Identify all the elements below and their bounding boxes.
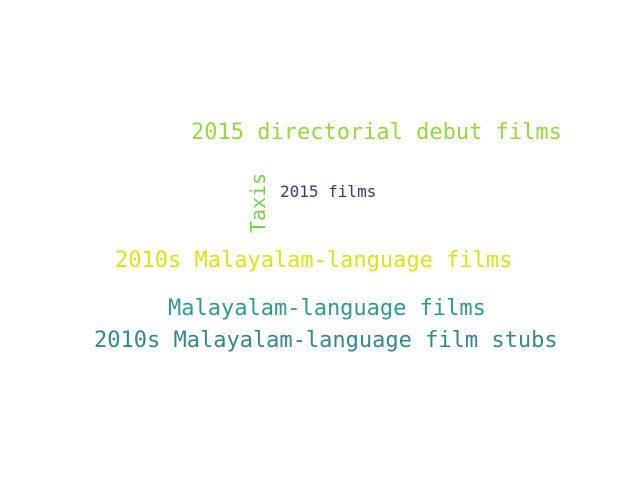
word-2015-directorial-debut-films: 2015 directorial debut films [191, 120, 562, 145]
word-taxis: Taxis [246, 172, 270, 233]
word-2010s-malayalam-language-film-stubs: 2010s Malayalam-language film stubs [94, 328, 558, 353]
word-2015-films: 2015 films [280, 182, 377, 201]
word-2010s-malayalam-language-films: 2010s Malayalam-language films [115, 248, 513, 273]
word-cloud-canvas: 2015 directorial debut films 2010s Malay… [0, 0, 640, 480]
word-malayalam-language-films: Malayalam-language films [168, 296, 486, 321]
